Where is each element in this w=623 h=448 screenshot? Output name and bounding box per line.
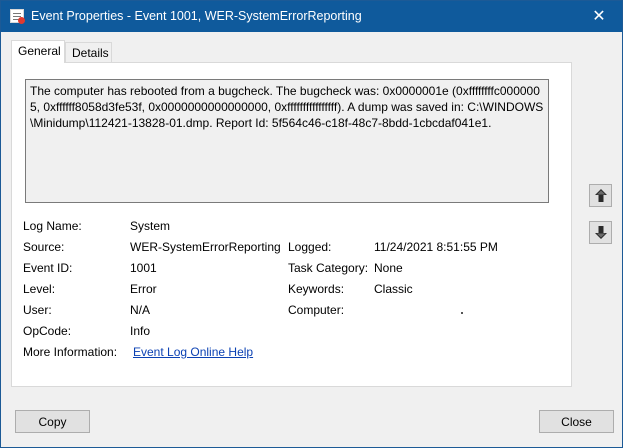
computer-redacted-mark [461, 312, 463, 314]
arrow-up-icon [594, 189, 607, 202]
more-information-label: More Information: [23, 345, 118, 359]
logged-label: Logged: [288, 240, 332, 254]
opcode-label: OpCode: [23, 324, 72, 338]
log-name-value: System [130, 219, 171, 233]
previous-event-button[interactable] [589, 184, 612, 207]
title-bar[interactable]: Event Properties - Event 1001, WER-Syste… [1, 1, 622, 32]
level-label: Level: [23, 282, 56, 296]
task-category-value: None [374, 261, 403, 275]
task-category-label: Task Category: [288, 261, 369, 275]
event-description-text[interactable]: The computer has rebooted from a bugchec… [25, 79, 549, 203]
keywords-value: Classic [374, 282, 413, 296]
source-value: WER-SystemErrorReporting [130, 240, 281, 254]
window-title: Event Properties - Event 1001, WER-Syste… [31, 9, 362, 23]
next-event-button[interactable] [589, 221, 612, 244]
event-log-online-help-link[interactable]: Event Log Online Help [133, 345, 253, 359]
log-name-label: Log Name: [23, 219, 82, 233]
level-value: Error [130, 282, 157, 296]
keywords-label: Keywords: [288, 282, 345, 296]
tab-general[interactable]: General [11, 40, 65, 63]
logged-value: 11/24/2021 8:51:55 PM [374, 240, 498, 254]
tab-details[interactable]: Details [65, 42, 112, 62]
user-value: N/A [130, 303, 151, 317]
event-properties-window: Event Properties - Event 1001, WER-Syste… [0, 0, 623, 448]
source-label: Source: [23, 240, 65, 254]
arrow-down-icon [594, 226, 607, 239]
computer-label: Computer: [288, 303, 345, 317]
event-id-value: 1001 [130, 261, 157, 275]
user-label: User: [23, 303, 52, 317]
event-properties-icon [10, 9, 25, 24]
event-id-label: Event ID: [23, 261, 73, 275]
copy-button[interactable]: Copy [15, 410, 90, 433]
close-window-button[interactable]: ✕ [576, 1, 622, 32]
close-icon: ✕ [592, 8, 606, 25]
opcode-value: Info [130, 324, 151, 338]
close-button[interactable]: Close [539, 410, 614, 433]
